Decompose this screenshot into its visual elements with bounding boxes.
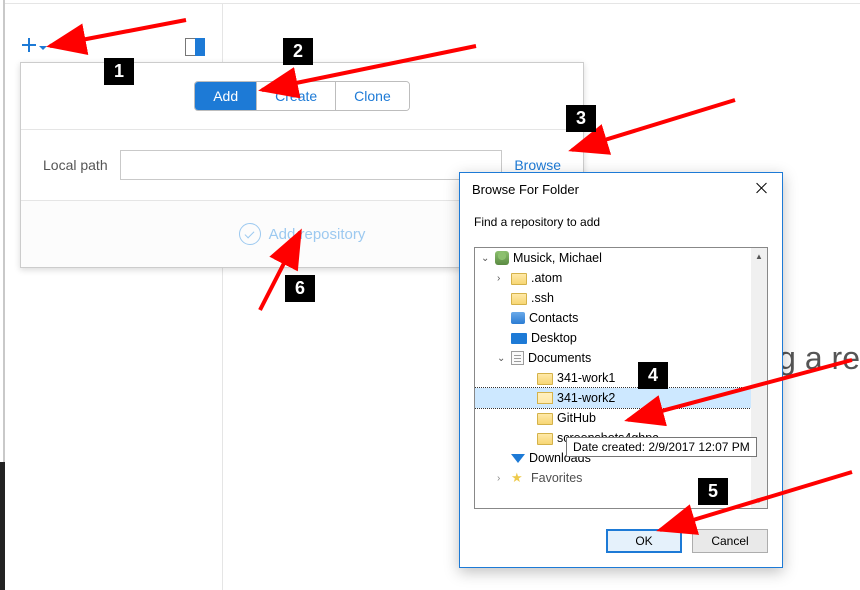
browse-button[interactable]: Browse — [514, 157, 561, 173]
repo-mode-segmented: Add Create Clone — [194, 81, 410, 111]
tab-create[interactable]: Create — [256, 82, 335, 110]
desktop-icon — [511, 333, 527, 344]
annotation-badge-2: 2 — [283, 38, 313, 65]
tree-item-contacts[interactable]: Contacts — [475, 308, 751, 328]
star-icon: ★ — [511, 471, 527, 485]
annotation-badge-3: 3 — [566, 105, 596, 132]
tree-item-github[interactable]: GitHub — [475, 408, 751, 428]
tree-item-341-work2[interactable]: 341-work2 — [475, 388, 751, 408]
tree-item-ssh[interactable]: .ssh — [475, 288, 751, 308]
add-repository-button[interactable]: Add repository — [239, 223, 366, 245]
folder-tree: ⌄ Musick, Michael › .atom .ssh Contacts — [474, 247, 768, 509]
caret-down-icon — [39, 46, 47, 50]
folder-icon — [537, 413, 553, 425]
tooltip: Date created: 2/9/2017 12:07 PM — [566, 437, 757, 457]
tab-clone[interactable]: Clone — [335, 82, 409, 110]
tree-item-desktop[interactable]: Desktop — [475, 328, 751, 348]
browse-folder-dialog: Browse For Folder Find a repository to a… — [459, 172, 783, 568]
scroll-up-icon[interactable]: ▲ — [751, 248, 767, 264]
local-path-label: Local path — [43, 157, 108, 173]
dialog-title: Browse For Folder — [472, 182, 579, 197]
plus-icon — [22, 41, 36, 55]
add-repo-trigger[interactable] — [22, 38, 48, 58]
download-icon — [511, 454, 525, 463]
add-repository-label: Add repository — [269, 226, 366, 243]
user-icon — [495, 251, 509, 265]
scrollbar[interactable]: ▲ ▼ — [751, 248, 767, 508]
panel-toggle-icon[interactable] — [185, 38, 205, 56]
scroll-down-icon[interactable]: ▼ — [751, 492, 767, 508]
dialog-subtitle: Find a repository to add — [460, 205, 782, 243]
local-path-input[interactable] — [120, 150, 503, 180]
annotation-badge-5: 5 — [698, 478, 728, 505]
cancel-button[interactable]: Cancel — [692, 529, 768, 553]
tree-item-341-work1[interactable]: 341-work1 — [475, 368, 751, 388]
tree-item-documents[interactable]: ⌄ Documents — [475, 348, 751, 368]
tree-root[interactable]: ⌄ Musick, Michael — [475, 248, 751, 268]
tree-item-atom[interactable]: › .atom — [475, 268, 751, 288]
folder-icon — [511, 273, 527, 285]
contacts-icon — [511, 312, 525, 324]
tab-add[interactable]: Add — [195, 82, 256, 110]
folder-icon — [537, 433, 553, 445]
folder-open-icon — [537, 392, 553, 404]
close-icon[interactable] — [752, 179, 772, 199]
document-icon — [511, 351, 524, 365]
annotation-badge-6: 6 — [285, 275, 315, 302]
annotation-badge-1: 1 — [104, 58, 134, 85]
folder-icon — [537, 373, 553, 385]
background-hint-text: g a re — [778, 340, 860, 377]
check-circle-icon — [239, 223, 261, 245]
ok-button[interactable]: OK — [606, 529, 682, 553]
annotation-badge-4: 4 — [638, 362, 668, 389]
folder-icon — [511, 293, 527, 305]
